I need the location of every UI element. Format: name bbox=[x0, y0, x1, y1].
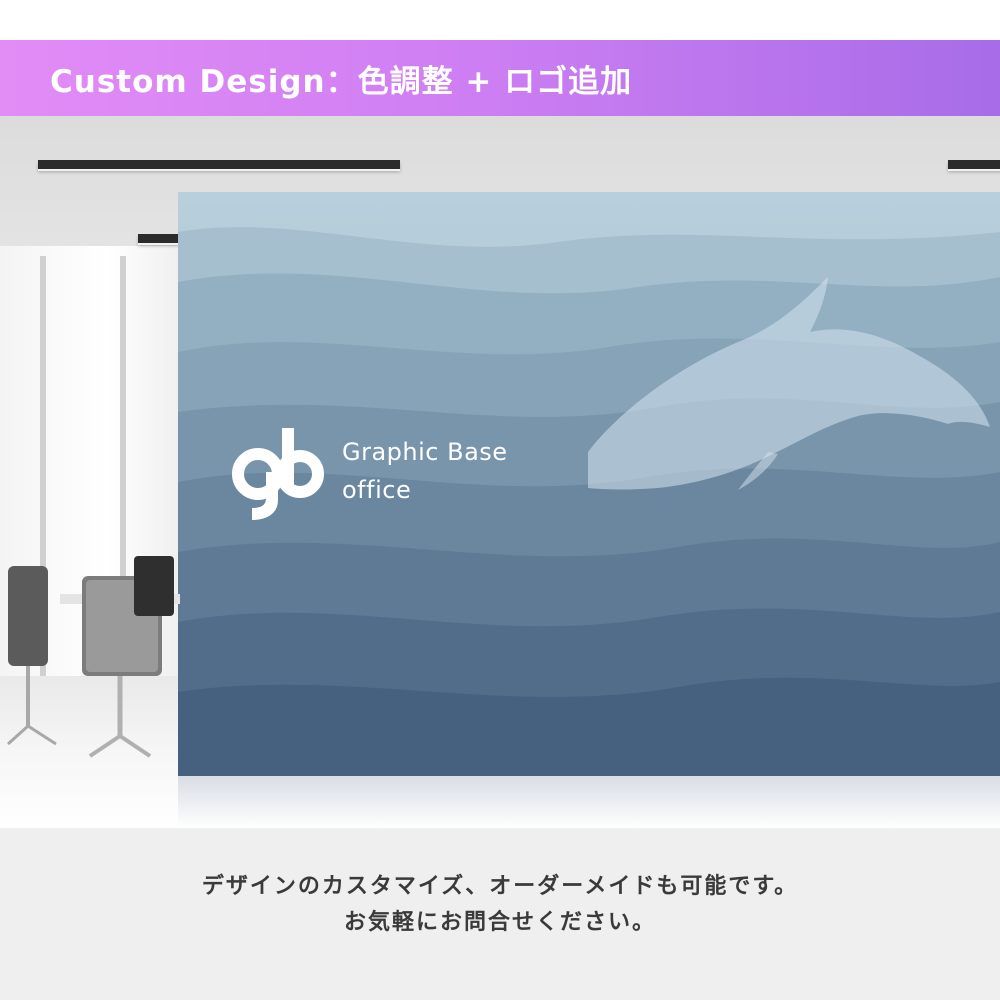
gb-logo-icon bbox=[232, 428, 324, 520]
caption-line-1: デザインのカスタマイズ、オーダーメイドも可能です。 bbox=[201, 874, 799, 899]
floor-reflection bbox=[178, 776, 1000, 828]
header-banner: Custom Design：色調整 + ロゴ追加 bbox=[0, 40, 1000, 116]
header-title: Custom Design：色調整 + ロゴ追加 bbox=[50, 63, 633, 100]
brand-logo: Graphic Base office bbox=[230, 424, 530, 534]
office-chairs bbox=[6, 556, 174, 758]
top-margin bbox=[0, 0, 1000, 40]
brand-subname: office bbox=[342, 476, 412, 504]
ceiling-light bbox=[38, 160, 400, 171]
caption-line-2: お気軽にお問合せください。 bbox=[343, 910, 656, 935]
ceiling-light bbox=[948, 160, 1000, 171]
caption-area: デザインのカスタマイズ、オーダーメイドも可能です。 お気軽にお問合せください。 bbox=[0, 828, 1000, 1000]
office-scene: Graphic Base office bbox=[0, 116, 1000, 828]
brand-name: Graphic Base bbox=[342, 438, 508, 466]
